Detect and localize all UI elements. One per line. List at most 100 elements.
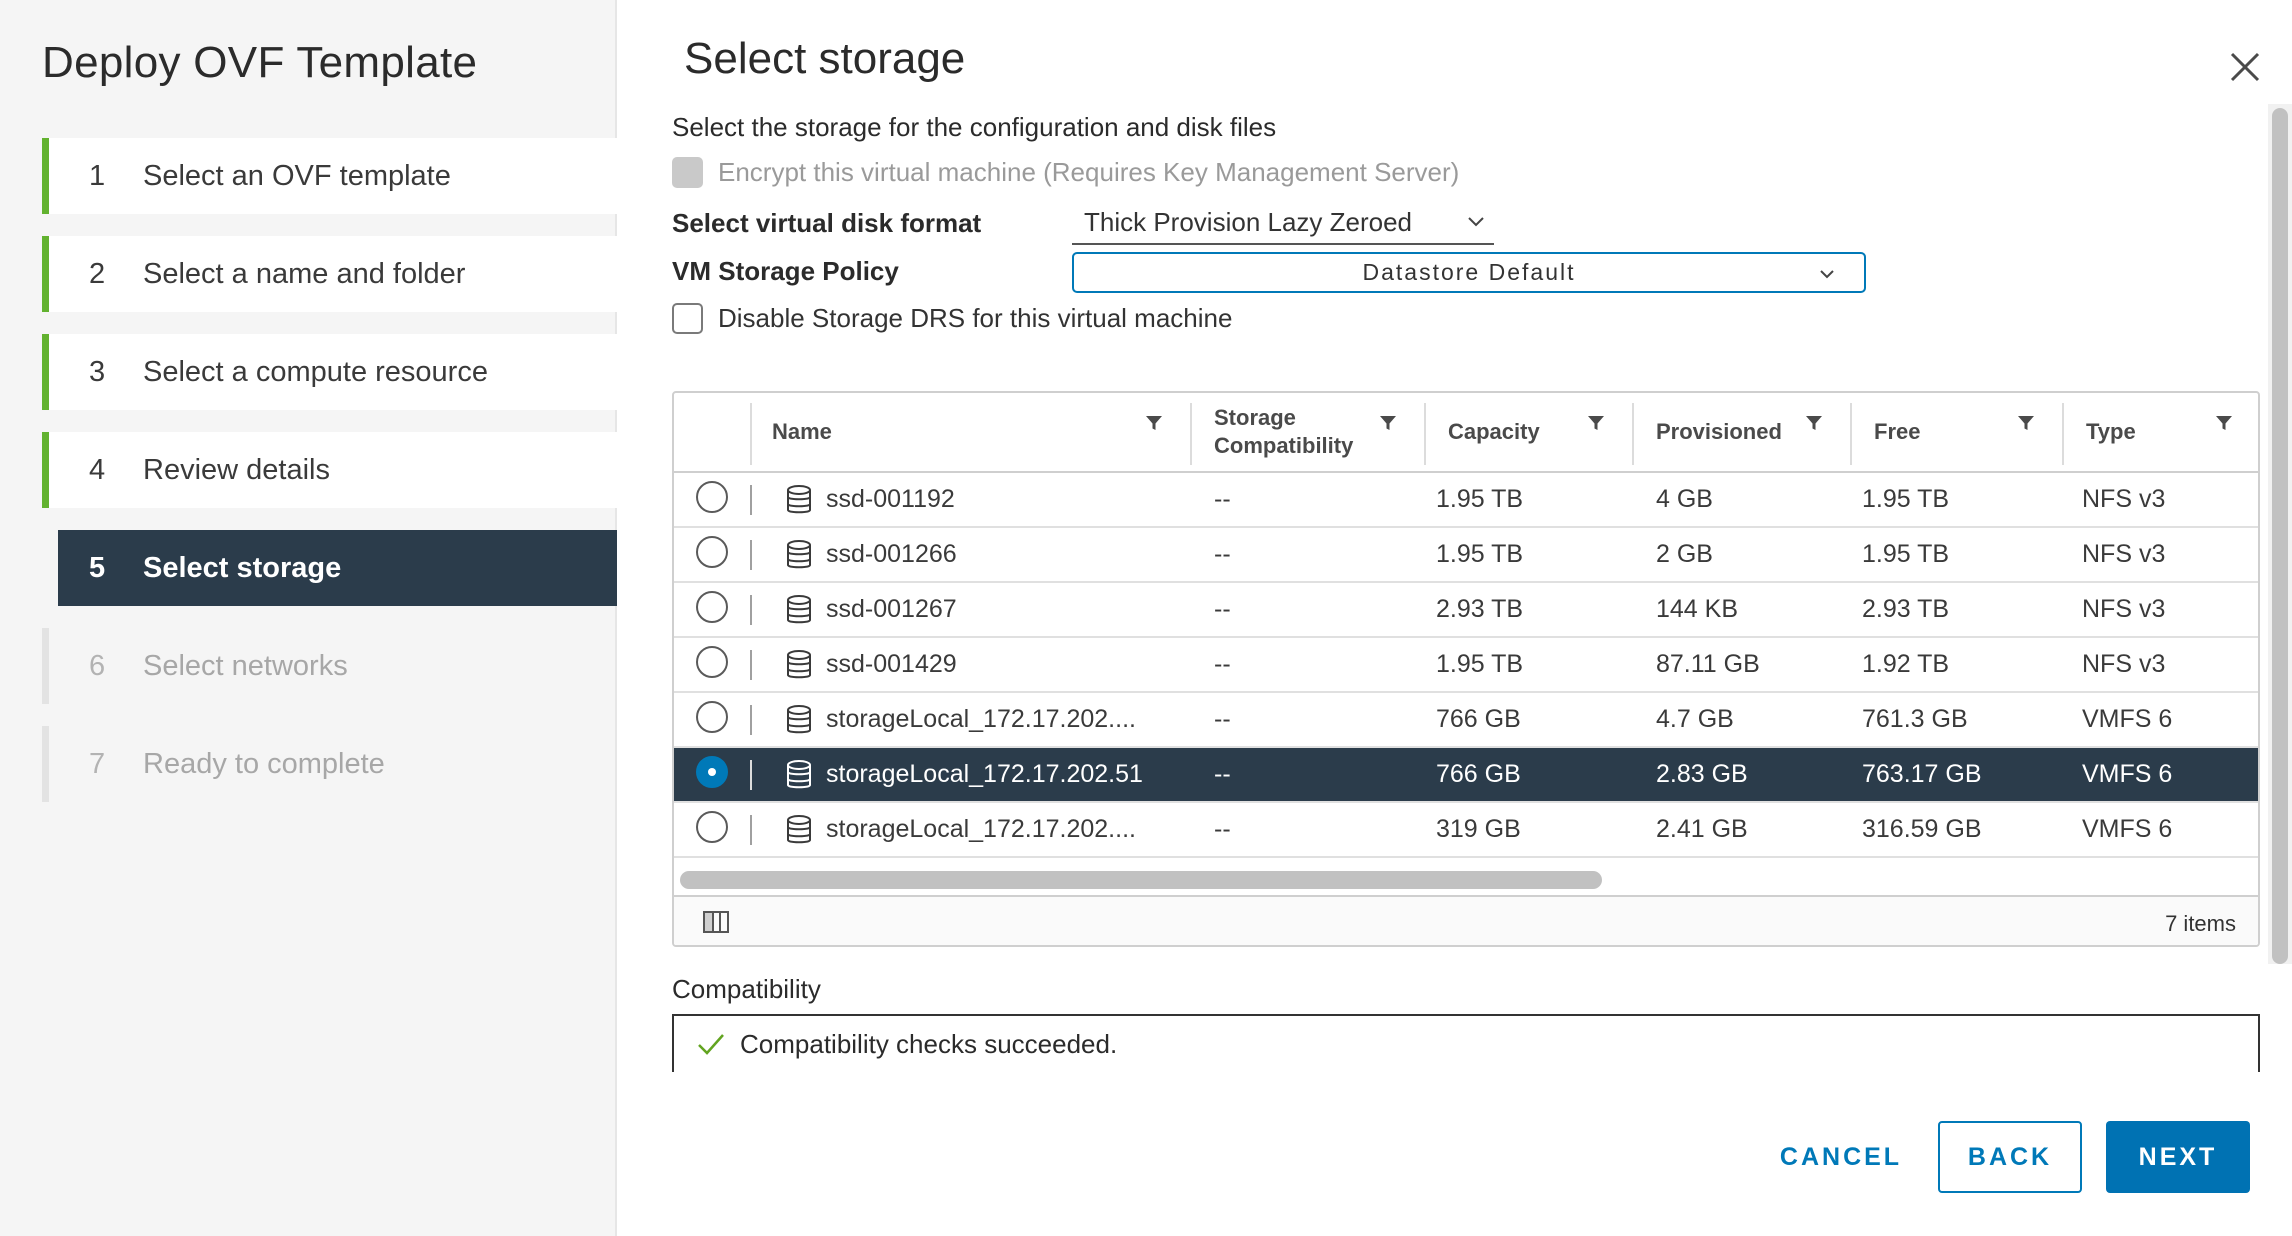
disk-format-label: Select virtual disk format bbox=[672, 208, 982, 238]
cell-free: 2.93 TB bbox=[1862, 595, 1950, 623]
compatibility-label: Compatibility bbox=[672, 974, 821, 1004]
disk-format-select[interactable]: Thick Provision Lazy Zeroed bbox=[1072, 201, 1494, 245]
column-header-provisioned[interactable]: Provisioned bbox=[1634, 393, 1850, 471]
step-label: Select an OVF template bbox=[143, 159, 451, 192]
cell-compatibility: -- bbox=[1214, 815, 1231, 843]
row-radio-selected[interactable] bbox=[696, 756, 728, 788]
cell-compatibility: -- bbox=[1214, 540, 1231, 568]
row-separator bbox=[750, 595, 752, 625]
chevron-down-icon bbox=[1820, 270, 1834, 279]
filter-icon[interactable] bbox=[2214, 413, 2234, 433]
cell-compatibility: -- bbox=[1214, 595, 1231, 623]
back-button[interactable]: BACK bbox=[1938, 1121, 2082, 1193]
table-row[interactable]: ssd-001267 -- 2.93 TB 144 KB 2.93 TB NFS… bbox=[674, 583, 2258, 638]
cell-compatibility: -- bbox=[1214, 705, 1231, 733]
row-radio[interactable] bbox=[696, 481, 728, 513]
cell-type: NFS v3 bbox=[2082, 650, 2166, 678]
row-separator bbox=[750, 815, 752, 845]
scrollbar-thumb[interactable] bbox=[2272, 108, 2288, 964]
step-number: 1 bbox=[89, 159, 106, 192]
row-separator bbox=[750, 650, 752, 680]
cell-name: ssd-001266 bbox=[826, 540, 957, 568]
cell-name: storageLocal_172.17.202.... bbox=[826, 815, 1136, 843]
row-separator bbox=[750, 485, 752, 515]
filter-icon[interactable] bbox=[1378, 413, 1398, 433]
datastore-icon bbox=[787, 595, 811, 624]
wizard-step-6: 6 Select networks bbox=[42, 628, 617, 704]
cell-type: VMFS 6 bbox=[2082, 705, 2173, 733]
datastore-icon bbox=[787, 485, 811, 514]
column-header-line: Storage bbox=[1214, 405, 1296, 430]
drs-option[interactable]: Disable Storage DRS for this virtual mac… bbox=[672, 303, 1232, 334]
wizard-step-1[interactable]: 1 Select an OVF template bbox=[42, 138, 617, 214]
wizard-step-5[interactable]: 5 Select storage bbox=[58, 530, 617, 606]
column-header-label: Capacity bbox=[1448, 419, 1540, 444]
table-row[interactable]: ssd-001192 -- 1.95 TB 4 GB 1.95 TB NFS v… bbox=[674, 473, 2258, 528]
cell-capacity: 1.95 TB bbox=[1436, 650, 1524, 678]
cell-free: 1.95 TB bbox=[1862, 540, 1950, 568]
column-header-free[interactable]: Free bbox=[1852, 393, 2062, 471]
filter-icon[interactable] bbox=[1804, 413, 1824, 433]
row-radio[interactable] bbox=[696, 701, 728, 733]
close-icon[interactable] bbox=[2226, 48, 2264, 86]
filter-icon[interactable] bbox=[1144, 413, 1164, 433]
cell-name: storageLocal_172.17.202.... bbox=[826, 705, 1136, 733]
column-header-storage-compatibility[interactable]: Storage Compatibility bbox=[1192, 393, 1424, 471]
table-row[interactable]: storageLocal_172.17.202.... -- 319 GB 2.… bbox=[674, 803, 2258, 858]
cell-type: NFS v3 bbox=[2082, 595, 2166, 623]
wizard-sidebar: Deploy OVF Template 1 Select an OVF temp… bbox=[0, 0, 617, 1236]
table-row-selected[interactable]: storageLocal_172.17.202.51 -- 766 GB 2.8… bbox=[674, 748, 2258, 803]
next-button[interactable]: NEXT bbox=[2106, 1121, 2250, 1193]
drs-checkbox[interactable] bbox=[672, 303, 703, 334]
step-number: 4 bbox=[89, 453, 106, 486]
row-radio[interactable] bbox=[696, 536, 728, 568]
column-header-label: Storage Compatibility bbox=[1214, 404, 1353, 460]
filter-icon[interactable] bbox=[2016, 413, 2036, 433]
cell-type: NFS v3 bbox=[2082, 485, 2166, 513]
wizard-step-3[interactable]: 3 Select a compute resource bbox=[42, 334, 617, 410]
cell-provisioned: 2.41 GB bbox=[1656, 815, 1748, 843]
cell-free: 316.59 GB bbox=[1862, 815, 1982, 843]
cell-type: VMFS 6 bbox=[2082, 760, 2173, 788]
step-label: Select networks bbox=[143, 649, 348, 682]
column-header-capacity[interactable]: Capacity bbox=[1426, 393, 1632, 471]
storage-policy-select[interactable]: Datastore Default bbox=[1072, 252, 1866, 293]
encrypt-option: Encrypt this virtual machine (Requires K… bbox=[672, 157, 1459, 188]
step-label: Select a name and folder bbox=[143, 257, 466, 290]
compatibility-message: Compatibility checks succeeded. bbox=[740, 1028, 1118, 1059]
step-number: 5 bbox=[89, 551, 106, 584]
wizard-step-2[interactable]: 2 Select a name and folder bbox=[42, 236, 617, 312]
column-header-type[interactable]: Type bbox=[2064, 393, 2258, 471]
row-separator bbox=[750, 705, 752, 735]
column-header-label: Name bbox=[772, 419, 832, 444]
cell-type: VMFS 6 bbox=[2082, 815, 2173, 843]
row-radio[interactable] bbox=[696, 591, 728, 623]
datagrid-footer: 7 items bbox=[674, 895, 2258, 945]
wizard-step-4[interactable]: 4 Review details bbox=[42, 432, 617, 508]
storage-policy-label: VM Storage Policy bbox=[672, 256, 899, 286]
cell-compatibility: -- bbox=[1214, 760, 1231, 788]
vertical-scrollbar[interactable] bbox=[2268, 104, 2292, 964]
cell-provisioned: 144 KB bbox=[1656, 595, 1739, 623]
drs-label: Disable Storage DRS for this virtual mac… bbox=[718, 303, 1233, 333]
column-toggle-icon[interactable] bbox=[702, 910, 730, 934]
table-row[interactable]: ssd-001429 -- 1.95 TB 87.11 GB 1.92 TB N… bbox=[674, 638, 2258, 693]
cell-name: storageLocal_172.17.202.51 bbox=[826, 760, 1143, 788]
cell-capacity: 1.95 TB bbox=[1436, 485, 1524, 513]
column-header-label: Free bbox=[1874, 419, 1921, 444]
cell-provisioned: 4 GB bbox=[1656, 485, 1713, 513]
row-radio[interactable] bbox=[696, 646, 728, 678]
horizontal-scrollbar-thumb[interactable] bbox=[680, 871, 1602, 889]
table-row[interactable]: storageLocal_172.17.202.... -- 766 GB 4.… bbox=[674, 693, 2258, 748]
cancel-button[interactable]: CANCEL bbox=[1764, 1121, 1918, 1193]
table-row[interactable]: ssd-001266 -- 1.95 TB 2 GB 1.95 TB NFS v… bbox=[674, 528, 2258, 583]
column-header-name[interactable]: Name bbox=[750, 393, 1190, 471]
cell-free: 1.92 TB bbox=[1862, 650, 1950, 678]
cell-name: ssd-001192 bbox=[826, 485, 955, 513]
cell-provisioned: 2.83 GB bbox=[1656, 760, 1748, 788]
row-radio[interactable] bbox=[696, 811, 728, 843]
storage-policy-value: Datastore Default bbox=[1362, 259, 1576, 285]
step-number: 2 bbox=[89, 257, 106, 290]
step-label: Review details bbox=[143, 453, 330, 486]
filter-icon[interactable] bbox=[1586, 413, 1606, 433]
